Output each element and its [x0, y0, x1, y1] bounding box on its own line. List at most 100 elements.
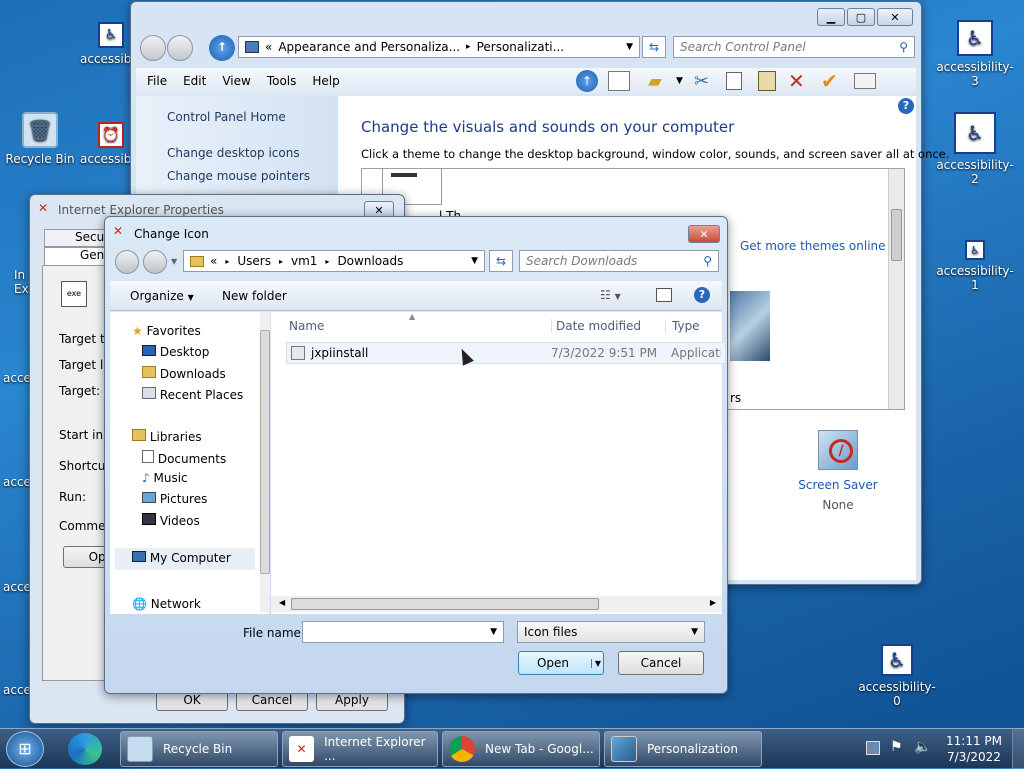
- paste-icon[interactable]: [758, 71, 776, 91]
- screen-saver-setting[interactable]: / Screen Saver None: [796, 430, 880, 512]
- action-center-icon[interactable]: ⚑: [890, 739, 903, 755]
- maximize-button[interactable]: ▢: [847, 8, 875, 26]
- network-tray-icon[interactable]: [866, 741, 880, 755]
- scroll-thumb[interactable]: [891, 209, 902, 261]
- up-folder-icon[interactable]: ↑: [576, 70, 598, 92]
- scroll-right-icon[interactable]: ▶: [710, 598, 716, 607]
- sidebar-change-mouse-pointers[interactable]: Change mouse pointers: [167, 169, 310, 183]
- breadcrumb-downloads[interactable]: Downloads: [337, 254, 403, 268]
- column-header-name[interactable]: Name: [289, 319, 324, 333]
- nav-videos[interactable]: Videos: [142, 513, 200, 528]
- scroll-thumb[interactable]: [291, 598, 599, 610]
- nav-pictures[interactable]: Pictures: [142, 492, 207, 506]
- copy-icon[interactable]: [726, 72, 742, 90]
- split-dropdown-icon[interactable]: ▼: [590, 658, 601, 668]
- properties-icon[interactable]: [854, 73, 876, 89]
- nav-scrollbar[interactable]: [260, 312, 270, 612]
- nav-music[interactable]: ♪ Music: [142, 471, 188, 485]
- desktop-icon-accessibility-3[interactable]: ♿ accessibility-3: [935, 20, 1015, 88]
- forward-button[interactable]: [167, 35, 193, 61]
- address-bar[interactable]: « ▸ Users ▸ vm1 ▸ Downloads ▼: [183, 250, 485, 272]
- minimize-button[interactable]: ▁: [817, 8, 845, 26]
- menu-tools[interactable]: Tools: [267, 74, 297, 88]
- desktop-partial-label[interactable]: acce: [3, 371, 31, 385]
- desktop-icon-accessibility-0[interactable]: ♿ accessibility-0: [857, 644, 937, 708]
- file-type-select[interactable]: Icon files ▼: [517, 621, 705, 643]
- help-icon[interactable]: ?: [694, 287, 710, 303]
- menu-view[interactable]: View: [222, 74, 250, 88]
- back-button[interactable]: [115, 250, 139, 274]
- breadcrumb-appearance[interactable]: Appearance and Personaliza...: [278, 40, 460, 54]
- column-header-date[interactable]: Date modified: [551, 319, 641, 333]
- close-button[interactable]: ✕: [877, 8, 913, 26]
- delete-icon[interactable]: ✕: [788, 69, 805, 93]
- nav-recent-places[interactable]: Recent Places: [142, 387, 243, 402]
- new-folder-button[interactable]: New folder: [222, 289, 287, 303]
- recent-dropdown-icon[interactable]: ▼: [171, 257, 177, 266]
- view-pane-icon[interactable]: [608, 71, 630, 91]
- desktop-icon-recycle-bin[interactable]: 🗑 Recycle Bin: [0, 112, 80, 166]
- menu-edit[interactable]: Edit: [183, 74, 206, 88]
- folder-options-icon[interactable]: ▰: [648, 71, 662, 92]
- help-icon[interactable]: ?: [898, 98, 914, 114]
- edge-pinned-icon[interactable]: [68, 733, 102, 765]
- taskbar-item-chrome[interactable]: New Tab - Googl...: [442, 731, 600, 767]
- nav-my-computer[interactable]: My Computer: [115, 548, 255, 570]
- taskbar-item-internet-explorer[interactable]: ✕ Internet Explorer ...: [282, 731, 438, 767]
- cancel-button[interactable]: Cancel: [618, 651, 704, 675]
- forward-button[interactable]: [143, 250, 167, 274]
- file-name-input[interactable]: ▼: [302, 621, 504, 643]
- horizontal-scrollbar[interactable]: ◀ ▶: [271, 596, 722, 612]
- breadcrumb-personalization[interactable]: Personalizati...: [477, 40, 564, 54]
- sidebar-control-panel-home[interactable]: Control Panel Home: [167, 110, 286, 124]
- search-input[interactable]: Search Control Panel ⚲: [673, 36, 915, 58]
- nav-documents[interactable]: Documents: [142, 450, 226, 466]
- nav-downloads[interactable]: Downloads: [142, 366, 226, 381]
- undo-check-icon[interactable]: ✔: [821, 69, 838, 93]
- clock[interactable]: 11:11 PM 7/3/2022: [944, 733, 1004, 765]
- column-header-type[interactable]: Type: [665, 319, 700, 333]
- desktop-partial-label[interactable]: acce: [3, 475, 31, 489]
- close-button[interactable]: ✕: [688, 225, 720, 243]
- nav-favorites[interactable]: ★ Favorites: [132, 324, 201, 338]
- nav-desktop[interactable]: Desktop: [142, 345, 209, 359]
- desktop-partial-label[interactable]: acce: [3, 580, 31, 594]
- scroll-left-icon[interactable]: ◀: [279, 598, 285, 607]
- start-button[interactable]: ⊞: [6, 731, 44, 767]
- show-desktop-button[interactable]: [1012, 729, 1024, 769]
- screen-saver-label[interactable]: Screen Saver: [796, 478, 880, 492]
- sidebar-change-desktop-icons[interactable]: Change desktop icons: [167, 146, 300, 160]
- menu-help[interactable]: Help: [312, 74, 339, 88]
- breadcrumb-vm1[interactable]: vm1: [291, 254, 317, 268]
- taskbar-item-recycle-bin[interactable]: Recycle Bin: [120, 731, 278, 767]
- nav-network[interactable]: 🌐 Network: [132, 597, 201, 611]
- view-options-icon[interactable]: ☷ ▼: [600, 288, 621, 302]
- desktop-icon-accessibility-1[interactable]: ♿ accessibility-1: [935, 240, 1015, 292]
- volume-icon[interactable]: 🔈: [914, 739, 931, 755]
- taskbar-item-personalization[interactable]: Personalization: [604, 731, 762, 767]
- theme-scrollbar[interactable]: [888, 169, 904, 409]
- menu-file[interactable]: File: [147, 74, 167, 88]
- dropdown-arrow-icon[interactable]: ▼: [626, 42, 633, 52]
- back-button[interactable]: [140, 35, 166, 61]
- refresh-button[interactable]: ⇆: [489, 250, 513, 272]
- file-row[interactable]: jxpiinstall 7/3/2022 9:51 PM Applicatio: [286, 342, 726, 364]
- preview-pane-icon[interactable]: [656, 288, 672, 302]
- desktop-partial-label[interactable]: acce: [3, 683, 31, 697]
- refresh-button[interactable]: ⇆: [642, 36, 666, 58]
- dropdown-arrow-icon[interactable]: ▼: [471, 256, 478, 266]
- get-more-themes-link[interactable]: Get more themes online: [740, 239, 886, 253]
- cut-icon[interactable]: ✂: [694, 71, 709, 92]
- scroll-thumb[interactable]: [260, 330, 270, 574]
- open-button[interactable]: Open ▼: [518, 651, 604, 675]
- nav-libraries[interactable]: Libraries: [132, 429, 202, 444]
- breadcrumb-users[interactable]: Users: [237, 254, 271, 268]
- search-input[interactable]: Search Downloads ⚲: [519, 250, 719, 272]
- up-button[interactable]: ↑: [209, 35, 235, 61]
- theme-image[interactable]: [730, 291, 770, 361]
- dropdown-arrow-icon[interactable]: ▼: [490, 627, 497, 637]
- organize-button[interactable]: Organize ▼: [130, 289, 194, 303]
- taskbar-label: Recycle Bin: [163, 742, 233, 756]
- dropdown-arrow-icon[interactable]: ▼: [676, 76, 683, 86]
- address-bar[interactable]: « Appearance and Personaliza... ▸ Person…: [238, 36, 640, 58]
